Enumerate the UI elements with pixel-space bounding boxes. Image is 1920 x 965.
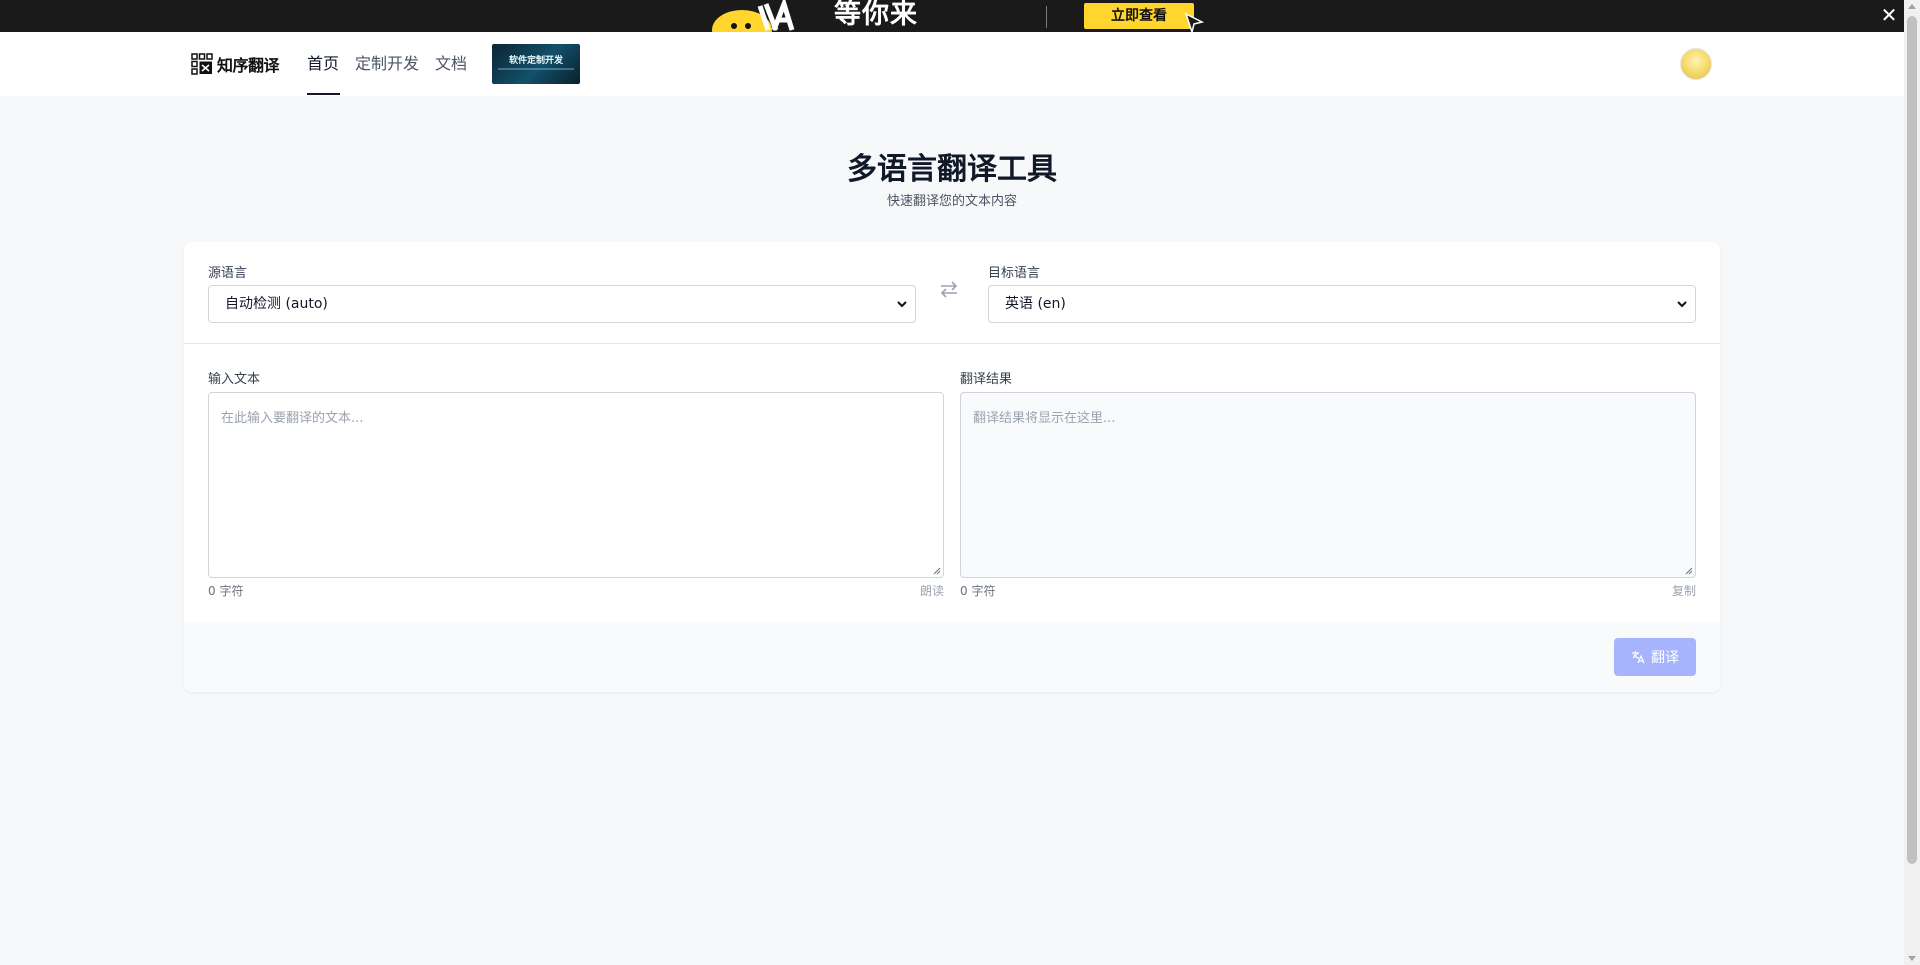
page-title: 多语言翻译工具 [847, 152, 1057, 187]
target-language-select[interactable]: 英语 (en) [988, 285, 1696, 323]
translator-card: 源语言 自动检测 (auto) 目标语言 英语 (en) 输入文本 在此输入要翻… [184, 242, 1720, 692]
page-subtitle: 快速翻译您的文本内容 [886, 194, 1017, 209]
cursor-arrow-icon [1184, 12, 1205, 34]
input-placeholder: 在此输入要翻译的文本... [221, 411, 364, 426]
source-language-select[interactable]: 自动检测 (auto) [208, 285, 916, 323]
source-language-value: 自动检测 (auto) [225, 296, 328, 312]
source-language-label: 源语言 [208, 266, 248, 281]
nav-ad-text: 软件定制开发 [508, 56, 563, 66]
swap-arrows-icon[interactable] [938, 278, 960, 300]
nav-ad-banner[interactable]: 软件定制开发 [492, 44, 580, 84]
banner-slogan: 等你来 [834, 0, 918, 30]
read-aloud-button[interactable]: 朗读 [884, 582, 944, 599]
nav-item-home[interactable]: 首页 [307, 52, 339, 76]
output-textarea[interactable]: 翻译结果将显示在这里... [960, 392, 1696, 578]
input-text-label: 输入文本 [208, 372, 261, 387]
chevron-down-icon [897, 301, 907, 308]
nav-item-custom-dev[interactable]: 定制开发 [355, 52, 419, 76]
nav-active-indicator [307, 93, 340, 95]
nav-item-docs[interactable]: 文档 [435, 52, 467, 76]
target-language-label: 目标语言 [988, 266, 1041, 281]
grid-logo-icon [191, 53, 213, 75]
logo-text: 知序翻译 [217, 56, 280, 75]
scroll-down-icon[interactable] [1908, 956, 1916, 961]
output-text-label: 翻译结果 [960, 372, 1013, 387]
scroll-up-icon[interactable] [1908, 4, 1916, 9]
translate-icon [1632, 651, 1645, 664]
target-language-value: 英语 (en) [1005, 296, 1066, 312]
output-placeholder: 翻译结果将显示在这里... [973, 411, 1116, 426]
banner-view-now-button[interactable]: 立即查看 [1084, 3, 1194, 29]
promo-banner[interactable]: 等你来 立即查看 ✕ [0, 0, 1904, 34]
top-navbar: 知序翻译 首页 定制开发 文档 软件定制开发 [0, 32, 1904, 96]
mascot-icon [712, 0, 795, 32]
user-avatar-icon[interactable] [1680, 48, 1712, 80]
translate-button[interactable]: 翻译 [1614, 638, 1696, 676]
close-icon[interactable]: ✕ [1878, 4, 1900, 26]
resize-handle-icon[interactable] [933, 567, 941, 575]
scroll-thumb[interactable] [1907, 16, 1917, 864]
page-scrollbar[interactable] [1904, 0, 1920, 965]
input-char-count: 0 字符 [208, 584, 244, 598]
banner-divider [1046, 6, 1047, 28]
resize-handle-icon[interactable] [1685, 567, 1693, 575]
nav-ad-decoration [498, 68, 574, 70]
translate-button-label: 翻译 [1651, 650, 1679, 666]
site-logo[interactable]: 知序翻译 [191, 52, 280, 76]
chevron-down-icon [1677, 301, 1687, 308]
copy-button[interactable]: 复制 [1636, 582, 1696, 599]
output-char-count: 0 字符 [960, 584, 996, 598]
language-selector-row: 源语言 自动检测 (auto) 目标语言 英语 (en) [184, 242, 1720, 344]
input-textarea[interactable]: 在此输入要翻译的文本... [208, 392, 944, 578]
card-footer: 翻译 [184, 622, 1720, 692]
